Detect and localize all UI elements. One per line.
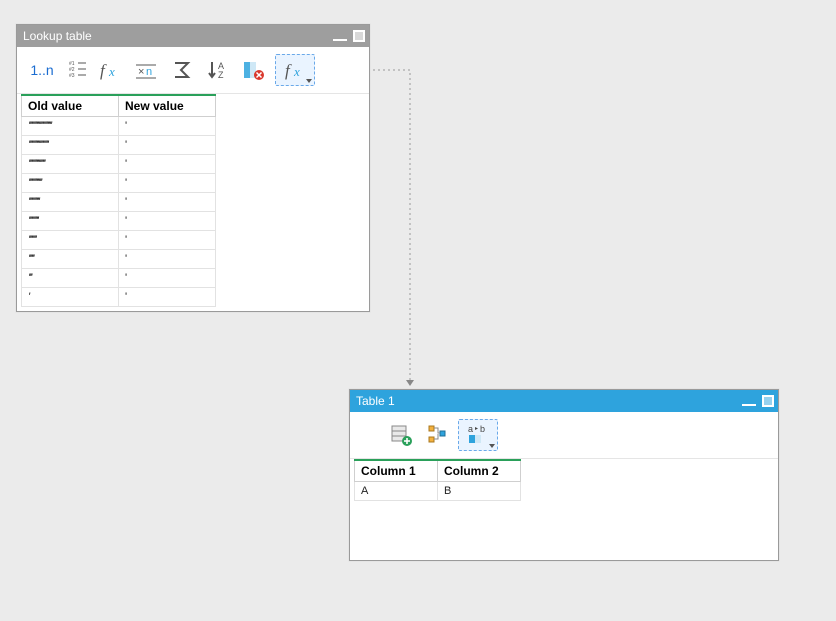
svg-text:Z: Z (218, 70, 224, 80)
lookup-col-new[interactable]: New value (119, 95, 216, 117)
add-rows-button[interactable] (386, 420, 416, 450)
svg-text:x: x (108, 64, 115, 79)
table1-panel: Table 1 (349, 389, 779, 561)
table-row: '''''''''''''''' (22, 155, 216, 174)
svg-text:f: f (100, 61, 107, 80)
maximize-icon[interactable] (353, 30, 365, 42)
table-row: '''' (22, 269, 216, 288)
delete-column-button[interactable] (239, 55, 269, 85)
xn-button[interactable]: × n (131, 55, 161, 85)
table1-col2[interactable]: Column 2 (438, 460, 521, 482)
svg-text:×: × (138, 66, 144, 78)
table-row: ''''''''''''''''''' (22, 136, 216, 155)
svg-text:▸: ▸ (475, 426, 478, 432)
table-row: A B (355, 482, 521, 501)
lookup-col-old[interactable]: Old value (22, 95, 119, 117)
table-row: '''''''''' (22, 212, 216, 231)
fx-dropdown-button[interactable]: f x (275, 54, 315, 86)
table-row: '''''''' (22, 231, 216, 250)
table-row: '''''''''''''''''''''' (22, 117, 216, 136)
sort-az-button[interactable]: A Z (203, 55, 233, 85)
svg-text:#3: #3 (69, 73, 75, 79)
sigma-button[interactable] (167, 55, 197, 85)
svg-text:a: a (468, 424, 473, 434)
lookup-toolbar: 1..n #1 #2 #3 f x × (17, 47, 369, 94)
table1-titlebar[interactable]: Table 1 (350, 390, 778, 412)
table-row: ''''''''''''' (22, 174, 216, 193)
table1-col1[interactable]: Column 1 (355, 460, 438, 482)
table1-title: Table 1 (356, 394, 395, 408)
structure-button[interactable] (422, 420, 452, 450)
svg-text:n: n (146, 66, 152, 78)
table-row: '' (22, 288, 216, 307)
fx-button[interactable]: f x (95, 55, 125, 85)
lookup-titlebar[interactable]: Lookup table (17, 25, 369, 47)
table1-table[interactable]: Column 1 Column 2 A B (354, 459, 521, 501)
table-row: '''''' (22, 250, 216, 269)
table-row: ''''''''''' (22, 193, 216, 212)
maximize-icon[interactable] (762, 395, 774, 407)
num-list-icon[interactable]: #1 #2 #3 (67, 55, 89, 85)
sequence-button[interactable]: 1..n (23, 55, 61, 85)
svg-text:f: f (285, 61, 292, 80)
rename-col-button[interactable]: a ▸ b (458, 419, 498, 451)
minimize-icon[interactable] (742, 404, 756, 406)
svg-text:x: x (293, 64, 300, 79)
table1-toolbar: a ▸ b (350, 412, 778, 459)
lookup-table-panel: Lookup table 1..n #1 #2 #3 (16, 24, 370, 312)
lookup-table[interactable]: Old value New value ''''''''''''''''''''… (21, 94, 216, 307)
minimize-icon[interactable] (333, 39, 347, 41)
svg-text:b: b (480, 424, 485, 434)
lookup-title: Lookup table (23, 29, 92, 43)
